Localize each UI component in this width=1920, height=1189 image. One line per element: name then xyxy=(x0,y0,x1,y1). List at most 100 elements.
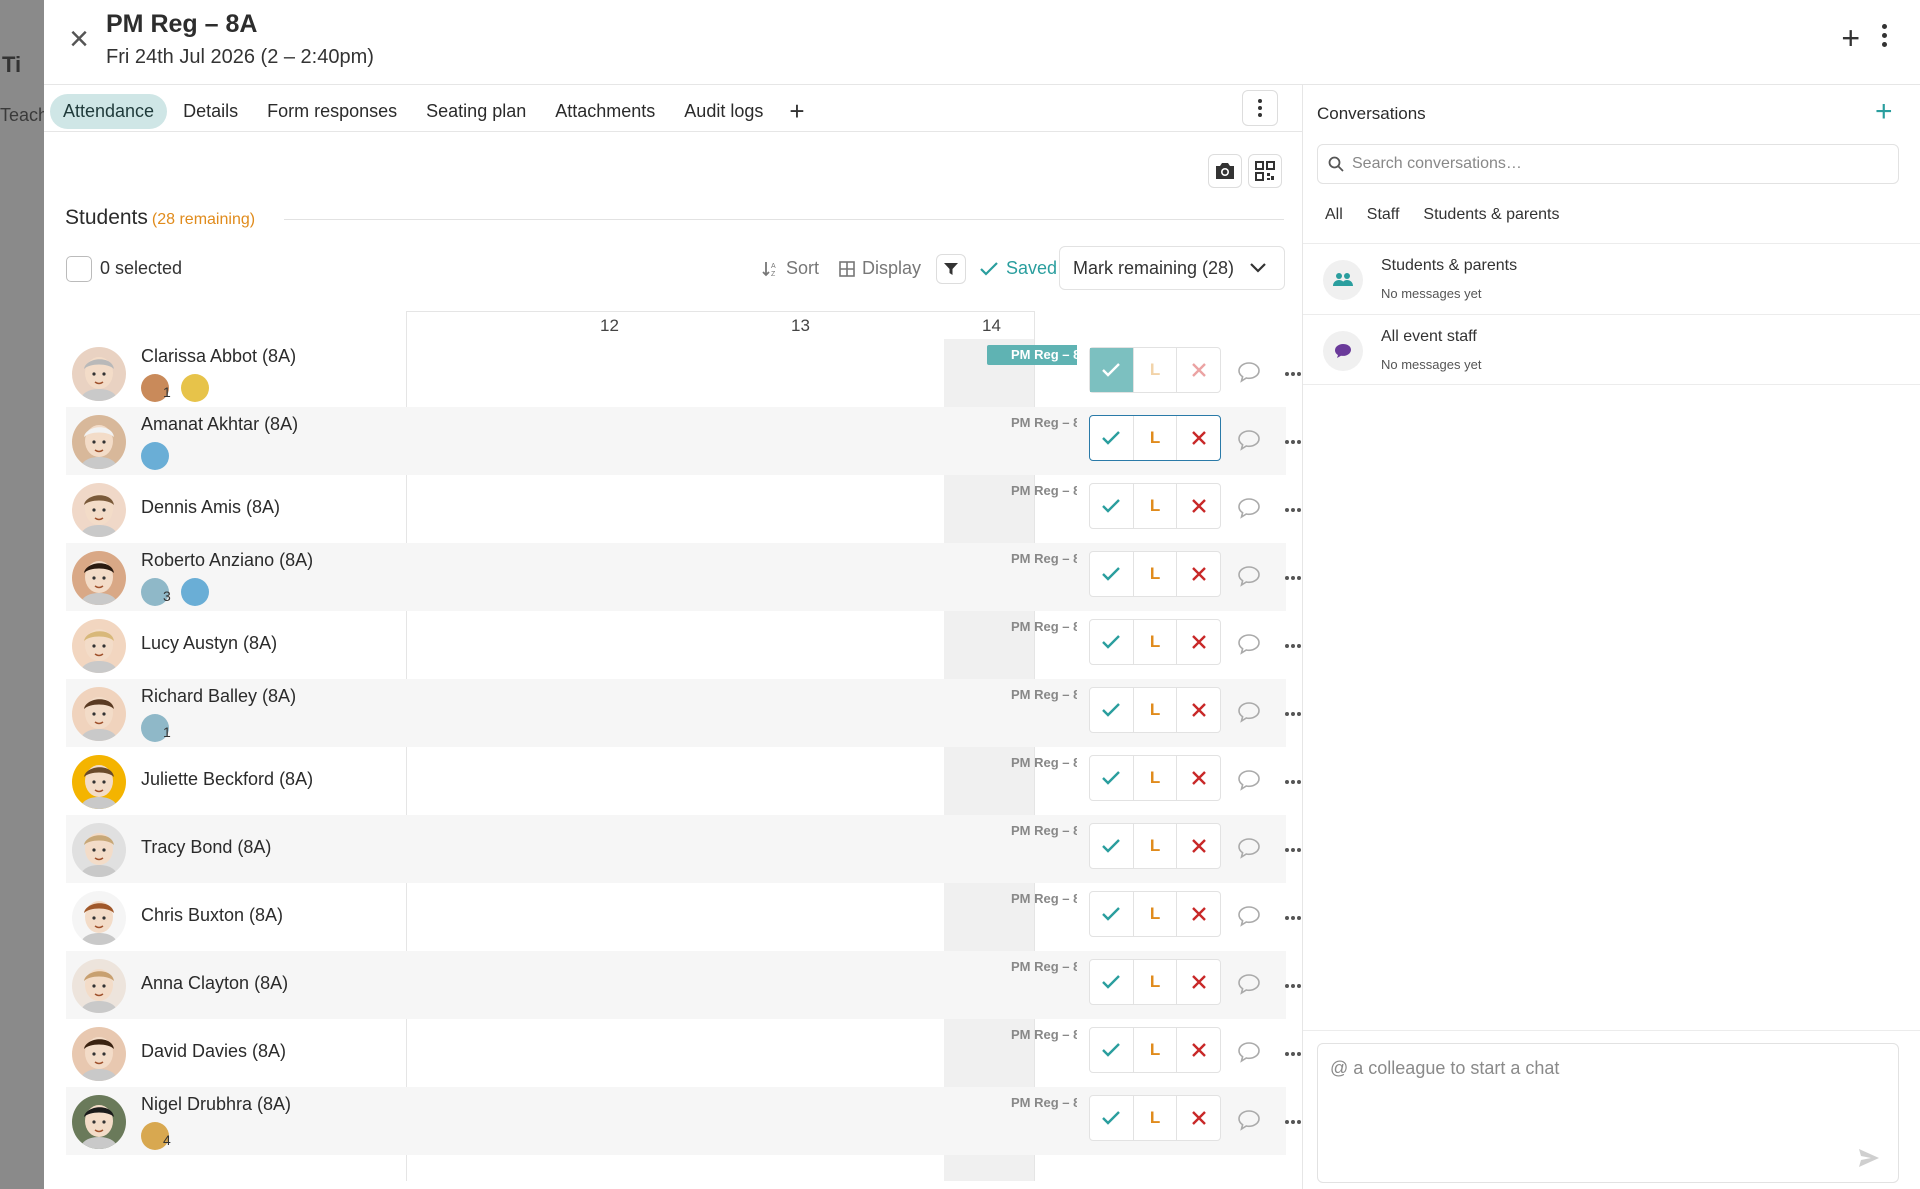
mark-absent-button[interactable] xyxy=(1177,960,1220,1004)
event-chip[interactable]: PM Reg – 8A xyxy=(987,413,1077,433)
student-row[interactable]: Anna Clayton (8A) PM Reg – 8A L xyxy=(66,951,1301,1019)
tab-attendance[interactable]: Attendance xyxy=(50,93,168,129)
mark-absent-button[interactable] xyxy=(1177,756,1220,800)
mark-present-button[interactable] xyxy=(1090,1028,1134,1072)
mark-present-button[interactable] xyxy=(1090,416,1134,460)
event-chip[interactable]: PM Reg – 8A xyxy=(987,889,1077,909)
filter-icon[interactable] xyxy=(936,254,966,284)
comment-icon[interactable] xyxy=(1237,837,1261,859)
mark-present-button[interactable] xyxy=(1090,620,1134,664)
display-button[interactable]: Display xyxy=(839,258,921,279)
mark-present-button[interactable] xyxy=(1090,348,1134,392)
more-horizontal-icon[interactable] xyxy=(1285,508,1301,512)
tab-seating-plan[interactable]: Seating plan xyxy=(413,94,539,129)
student-name[interactable]: Tracy Bond (8A) xyxy=(141,837,271,858)
mark-remaining-dropdown[interactable]: Mark remaining (28) xyxy=(1059,246,1285,290)
mark-late-button[interactable]: L xyxy=(1134,1028,1178,1072)
mark-absent-button[interactable] xyxy=(1177,484,1220,528)
mark-absent-button[interactable] xyxy=(1177,688,1220,732)
mark-late-button[interactable]: L xyxy=(1134,348,1178,392)
student-name[interactable]: Juliette Beckford (8A) xyxy=(141,769,313,790)
mark-present-button[interactable] xyxy=(1090,688,1134,732)
mark-late-button[interactable]: L xyxy=(1134,960,1178,1004)
add-tab-icon[interactable]: + xyxy=(789,96,804,127)
student-row[interactable]: Nigel Drubhra (8A) 4 PM Reg – 8A L xyxy=(66,1087,1301,1155)
comment-icon[interactable] xyxy=(1237,497,1261,519)
student-name[interactable]: Dennis Amis (8A) xyxy=(141,497,280,518)
student-row[interactable]: David Davies (8A) PM Reg – 8A L xyxy=(66,1019,1301,1087)
mark-late-button[interactable]: L xyxy=(1134,756,1178,800)
tab-audit-logs[interactable]: Audit logs xyxy=(671,94,776,129)
student-name[interactable]: Anna Clayton (8A) xyxy=(141,973,288,994)
mark-absent-button[interactable] xyxy=(1177,348,1220,392)
student-name[interactable]: Amanat Akhtar (8A) xyxy=(141,414,298,435)
filter-students-parents[interactable]: Students & parents xyxy=(1411,202,1571,228)
more-horizontal-icon[interactable] xyxy=(1285,576,1301,580)
mark-absent-button[interactable] xyxy=(1177,416,1220,460)
mark-late-button[interactable]: L xyxy=(1134,552,1178,596)
mark-present-button[interactable] xyxy=(1090,960,1134,1004)
student-row[interactable]: Tracy Bond (8A) PM Reg – 8A L xyxy=(66,815,1301,883)
new-conversation-icon[interactable]: + xyxy=(1875,95,1893,129)
tab-form-responses[interactable]: Form responses xyxy=(254,94,410,129)
qr-code-icon[interactable] xyxy=(1248,154,1282,188)
comment-icon[interactable] xyxy=(1237,429,1261,451)
comment-icon[interactable] xyxy=(1237,1109,1261,1131)
event-chip[interactable]: PM Reg – 8A xyxy=(987,1025,1077,1045)
face-emoji-icon[interactable] xyxy=(181,374,209,402)
student-row[interactable]: Dennis Amis (8A) PM Reg – 8A L xyxy=(66,475,1301,543)
event-chip[interactable]: PM Reg – 8A xyxy=(987,753,1077,773)
student-name[interactable]: Clarissa Abbot (8A) xyxy=(141,346,296,367)
mark-late-button[interactable]: L xyxy=(1134,892,1178,936)
event-chip[interactable]: PM Reg – 8A xyxy=(987,821,1077,841)
mark-present-button[interactable] xyxy=(1090,824,1134,868)
comment-icon[interactable] xyxy=(1237,701,1261,723)
more-horizontal-icon[interactable] xyxy=(1285,644,1301,648)
mark-present-button[interactable] xyxy=(1090,484,1134,528)
conversation-all-event-staff[interactable]: All event staff No messages yet xyxy=(1303,314,1920,385)
event-chip[interactable]: PM Reg – 8A xyxy=(987,345,1077,365)
student-row[interactable]: Amanat Akhtar (8A) PM Reg – 8A L xyxy=(66,407,1301,475)
student-row[interactable]: Clarissa Abbot (8A) 1 PM Reg – 8A L xyxy=(66,339,1301,407)
event-chip[interactable]: PM Reg – 8A xyxy=(987,957,1077,977)
student-name[interactable]: Richard Balley (8A) xyxy=(141,686,296,707)
mark-late-button[interactable]: L xyxy=(1134,620,1178,664)
send-icon[interactable] xyxy=(1858,1148,1880,1168)
mark-absent-button[interactable] xyxy=(1177,1028,1220,1072)
globe-icon[interactable]: 3 xyxy=(141,578,171,606)
globe-icon[interactable]: 1 xyxy=(141,714,171,742)
more-horizontal-icon[interactable] xyxy=(1285,780,1301,784)
event-chip[interactable]: PM Reg – 8A xyxy=(987,1093,1077,1113)
mark-absent-button[interactable] xyxy=(1177,552,1220,596)
house-icon[interactable]: 1 xyxy=(141,374,171,402)
student-row[interactable]: Lucy Austyn (8A) PM Reg – 8A L xyxy=(66,611,1301,679)
comment-icon[interactable] xyxy=(1237,973,1261,995)
close-icon[interactable]: × xyxy=(62,22,96,56)
student-row[interactable]: Chris Buxton (8A) PM Reg – 8A L xyxy=(66,883,1301,951)
comment-icon[interactable] xyxy=(1237,361,1261,383)
more-horizontal-icon[interactable] xyxy=(1285,712,1301,716)
student-name[interactable]: David Davies (8A) xyxy=(141,1041,286,1062)
mark-late-button[interactable]: L xyxy=(1134,416,1178,460)
filter-staff[interactable]: Staff xyxy=(1355,202,1412,228)
mark-absent-button[interactable] xyxy=(1177,824,1220,868)
mark-late-button[interactable]: L xyxy=(1134,688,1178,732)
more-horizontal-icon[interactable] xyxy=(1285,440,1301,444)
student-name[interactable]: Chris Buxton (8A) xyxy=(141,905,283,926)
more-horizontal-icon[interactable] xyxy=(1285,1052,1301,1056)
student-name[interactable]: Lucy Austyn (8A) xyxy=(141,633,277,654)
event-chip[interactable]: PM Reg – 8A xyxy=(987,685,1077,705)
camera-icon[interactable] xyxy=(1208,154,1242,188)
tab-details[interactable]: Details xyxy=(170,94,251,129)
event-chip[interactable]: PM Reg – 8A xyxy=(987,481,1077,501)
student-name[interactable]: Roberto Anziano (8A) xyxy=(141,550,313,571)
comment-icon[interactable] xyxy=(1237,905,1261,927)
more-vertical-icon[interactable] xyxy=(1874,24,1894,52)
tab-attachments[interactable]: Attachments xyxy=(542,94,668,129)
mark-present-button[interactable] xyxy=(1090,1096,1134,1140)
tabs-more-icon[interactable] xyxy=(1242,90,1278,126)
comment-icon[interactable] xyxy=(1237,565,1261,587)
student-row[interactable]: Juliette Beckford (8A) PM Reg – 8A L xyxy=(66,747,1301,815)
mark-late-button[interactable]: L xyxy=(1134,484,1178,528)
mark-present-button[interactable] xyxy=(1090,756,1134,800)
